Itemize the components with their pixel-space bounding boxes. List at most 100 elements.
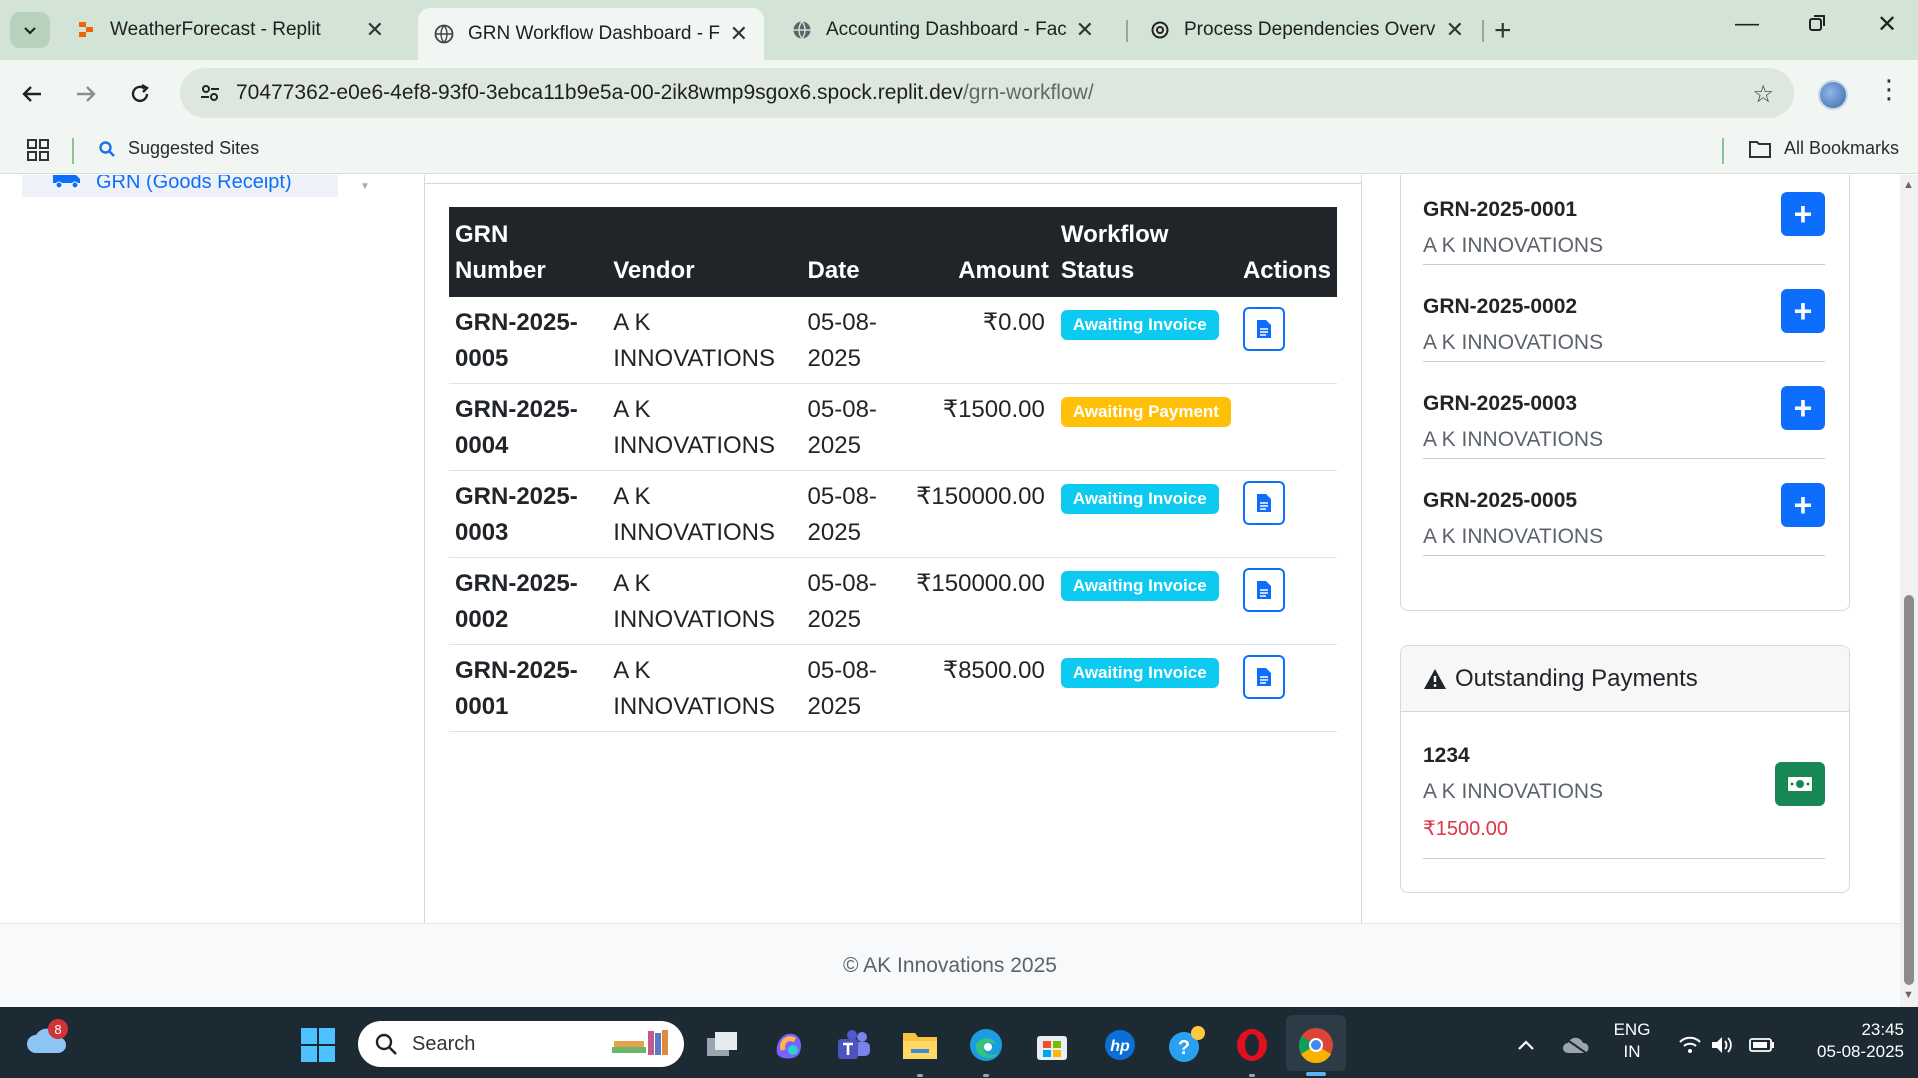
close-tab-icon[interactable]: ✕ (1076, 17, 1094, 43)
all-bookmarks-button[interactable]: All Bookmarks (1748, 138, 1899, 159)
restore-icon (1809, 15, 1825, 31)
tab-grn-workflow[interactable]: GRN Workflow Dashboard - Factory ✕ (418, 8, 764, 60)
list-item: GRN-2025-0001 A K INNOVATIONS + (1423, 175, 1825, 265)
column-header-vendor: Vendor (607, 207, 802, 297)
active-app-indicator (1306, 1072, 1326, 1076)
apps-grid-icon[interactable] (26, 138, 50, 167)
table-row: GRN-2025-0005 A K INNOVATIONS 05-08-2025… (449, 297, 1337, 384)
column-header-amount: Amount (910, 207, 1055, 297)
sidebar-item-grn[interactable]: GRN (Goods Receipt) (22, 175, 338, 197)
start-button[interactable] (298, 1025, 338, 1065)
chrome-icon[interactable] (1296, 1025, 1336, 1065)
create-invoice-button[interactable] (1242, 655, 1285, 699)
teams-icon[interactable] (834, 1025, 874, 1065)
column-header-actions: Actions (1236, 207, 1337, 297)
help-icon[interactable]: ? (1166, 1025, 1206, 1065)
plus-icon: + (1793, 292, 1813, 329)
copilot-icon[interactable] (768, 1025, 808, 1065)
show-hidden-icons-button[interactable] (1506, 1025, 1546, 1065)
status-cell: Awaiting Payment (1054, 383, 1237, 471)
task-view-icon[interactable] (702, 1025, 742, 1065)
pending-invoices-card: GRN-2025-0001 A K INNOVATIONS + GRN-2025… (1400, 175, 1850, 611)
tab-weatherforecast[interactable]: WeatherForecast - Replit ✕ (60, 8, 400, 52)
weather-badge: 8 (48, 1019, 68, 1039)
bookmark-suggested-sites[interactable]: Suggested Sites (98, 138, 259, 159)
url-host: 70477362-e0e6-4ef8-93f0-3ebca11b9e5a-00-… (236, 81, 963, 104)
bookmarks-bar: Suggested Sites All Bookmarks (0, 126, 1918, 174)
file-explorer-icon[interactable] (900, 1025, 940, 1065)
grn-number: GRN-2025-0002 (1423, 295, 1578, 318)
add-invoice-button[interactable]: + (1781, 483, 1825, 527)
close-tab-icon[interactable]: ✕ (1446, 17, 1464, 43)
add-invoice-button[interactable]: + (1781, 386, 1825, 430)
actions-cell (1236, 644, 1337, 732)
close-tab-icon[interactable]: ✕ (366, 17, 384, 43)
reload-button[interactable] (122, 76, 158, 112)
create-invoice-button[interactable] (1242, 481, 1285, 525)
new-tab-button[interactable]: + (1494, 14, 1512, 48)
table-header-row: GRN Number Vendor Date Amount Workflow S… (449, 207, 1337, 297)
bookmark-star-icon[interactable]: ☆ (1752, 80, 1774, 109)
scroll-down-icon[interactable]: ▼ (1903, 989, 1914, 1001)
back-arrow-icon (22, 86, 41, 102)
create-invoice-button[interactable] (1242, 307, 1285, 351)
battery-icon[interactable] (1742, 1025, 1782, 1065)
add-invoice-button[interactable]: + (1781, 192, 1825, 236)
svg-text:hp: hp (1110, 1038, 1130, 1055)
forward-button[interactable] (68, 76, 104, 112)
record-payment-button[interactable] (1775, 762, 1825, 806)
add-invoice-button[interactable]: + (1781, 289, 1825, 333)
volume-icon[interactable] (1702, 1025, 1742, 1065)
vendor-name: A K INNOVATIONS (1423, 234, 1604, 257)
taskbar-search[interactable]: Search (358, 1021, 684, 1067)
clock[interactable]: 23:45 05-08-2025 (1784, 1019, 1904, 1063)
status-badge: Awaiting Invoice (1060, 658, 1219, 688)
microsoft-store-icon[interactable] (1032, 1025, 1072, 1065)
language-indicator[interactable]: ENG IN (1612, 1019, 1652, 1063)
running-app-indicator (1249, 1074, 1255, 1077)
close-window-button[interactable]: ✕ (1862, 10, 1912, 39)
date-cell: 05-08-2025 (801, 557, 911, 645)
grn-number-cell: GRN-2025-0004 (449, 383, 608, 471)
onedrive-icon[interactable] (1556, 1025, 1596, 1065)
actions-cell (1236, 383, 1337, 471)
vendor-cell: A K INNOVATIONS (607, 470, 802, 558)
address-bar[interactable]: 70477362-e0e6-4ef8-93f0-3ebca11b9e5a-00-… (180, 68, 1794, 118)
close-tab-icon[interactable]: ✕ (730, 21, 748, 47)
warning-icon (1423, 668, 1447, 690)
table-row: GRN-2025-0002 A K INNOVATIONS 05-08-2025… (449, 557, 1337, 645)
create-invoice-button[interactable] (1242, 568, 1285, 612)
document-icon (1256, 494, 1271, 512)
card-header-divider (425, 175, 1361, 184)
opera-icon[interactable] (1232, 1025, 1272, 1065)
status-cell: Awaiting Invoice (1054, 557, 1237, 645)
search-icon (98, 140, 116, 158)
list-item: GRN-2025-0003 A K INNOVATIONS + (1423, 362, 1825, 459)
tab-accounting-dashboard[interactable]: Accounting Dashboard - Factory ✕ (776, 8, 1110, 52)
site-info-icon[interactable] (198, 81, 222, 105)
actions-cell (1236, 557, 1337, 645)
tab-search-button[interactable] (10, 12, 50, 48)
status-badge: Awaiting Invoice (1060, 571, 1219, 601)
back-button[interactable] (14, 76, 50, 112)
footer-text: © AK Innovations 2025 (843, 953, 1057, 977)
browser-menu-icon[interactable]: ⋮ (1876, 74, 1902, 105)
tab-process-dependencies[interactable]: Process Dependencies Overview ✕ (1134, 8, 1480, 52)
bookmark-label: All Bookmarks (1784, 138, 1900, 158)
page-scrollbar[interactable]: ▲ ▼ (1900, 175, 1918, 1007)
edge-icon[interactable] (966, 1025, 1006, 1065)
minimize-button[interactable]: — (1722, 10, 1772, 38)
svg-text:?: ? (1178, 1037, 1190, 1059)
browser-tab-bar: WeatherForecast - Replit ✕ GRN Workflow … (0, 0, 1918, 60)
column-header-date: Date (801, 207, 911, 297)
profile-avatar[interactable] (1818, 80, 1848, 110)
scrollbar-thumb[interactable] (1904, 595, 1914, 985)
restore-button[interactable] (1792, 10, 1842, 39)
grn-number-cell: GRN-2025-0002 (449, 557, 608, 645)
status-cell: Awaiting Invoice (1054, 297, 1237, 384)
tab-separator (1126, 20, 1128, 42)
amount-cell: ₹150000.00 (910, 470, 1055, 558)
sidebar-scroll-down-icon[interactable]: ▼ (360, 181, 370, 192)
scroll-up-icon[interactable]: ▲ (1903, 179, 1914, 191)
hp-icon[interactable]: hp (1100, 1025, 1140, 1065)
